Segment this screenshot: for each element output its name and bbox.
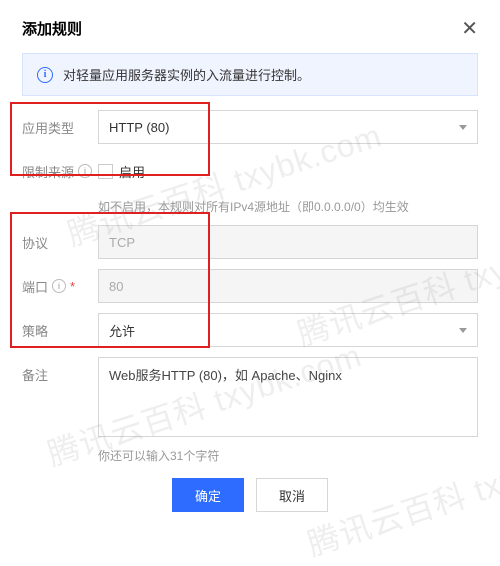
dialog-header: 添加规则 ✕ <box>22 18 478 39</box>
label-policy: 策略 <box>22 321 98 340</box>
info-banner: i 对轻量应用服务器实例的入流量进行控制。 <box>22 53 478 96</box>
ok-button[interactable]: 确定 <box>172 478 244 512</box>
remark-hint: 你还可以输入31个字符 <box>98 447 478 464</box>
info-text: 对轻量应用服务器实例的入流量进行控制。 <box>63 65 310 84</box>
row-app-type: 应用类型 HTTP (80) <box>22 110 478 144</box>
dialog-title: 添加规则 <box>22 18 82 39</box>
add-rule-dialog: 添加规则 ✕ i 对轻量应用服务器实例的入流量进行控制。 应用类型 HTTP (… <box>0 0 500 532</box>
label-port: 端口 i * <box>22 277 98 296</box>
input-port: 80 <box>98 269 478 303</box>
help-icon[interactable]: i <box>52 279 66 293</box>
chevron-down-icon <box>459 328 467 333</box>
label-app-type: 应用类型 <box>22 118 98 137</box>
cancel-button[interactable]: 取消 <box>256 478 328 512</box>
row-port: 端口 i * 80 <box>22 269 478 303</box>
chevron-down-icon <box>459 125 467 130</box>
source-hint: 如不启用，本规则对所有IPv4源地址（即0.0.0.0/0）均生效 <box>98 198 478 215</box>
checkbox-label: 启用 <box>119 162 145 181</box>
select-app-type[interactable]: HTTP (80) <box>98 110 478 144</box>
checkbox-enable-source[interactable] <box>98 164 113 179</box>
info-icon: i <box>37 67 53 83</box>
label-source: 限制来源 i <box>22 162 98 181</box>
row-remark: 备注 Web服务HTTP (80)，如 Apache、Nginx <box>22 357 478 437</box>
dialog-footer: 确定 取消 <box>22 478 478 512</box>
input-protocol: TCP <box>98 225 478 259</box>
select-policy-value: 允许 <box>109 321 135 340</box>
help-icon[interactable]: i <box>78 164 92 178</box>
label-protocol: 协议 <box>22 233 98 252</box>
select-policy[interactable]: 允许 <box>98 313 478 347</box>
close-icon[interactable]: ✕ <box>461 19 478 39</box>
textarea-remark[interactable]: Web服务HTTP (80)，如 Apache、Nginx <box>98 357 478 437</box>
select-app-type-value: HTTP (80) <box>109 120 169 135</box>
row-source: 限制来源 i 启用 <box>22 154 478 188</box>
label-remark: 备注 <box>22 357 98 384</box>
row-policy: 策略 允许 <box>22 313 478 347</box>
row-protocol: 协议 TCP <box>22 225 478 259</box>
